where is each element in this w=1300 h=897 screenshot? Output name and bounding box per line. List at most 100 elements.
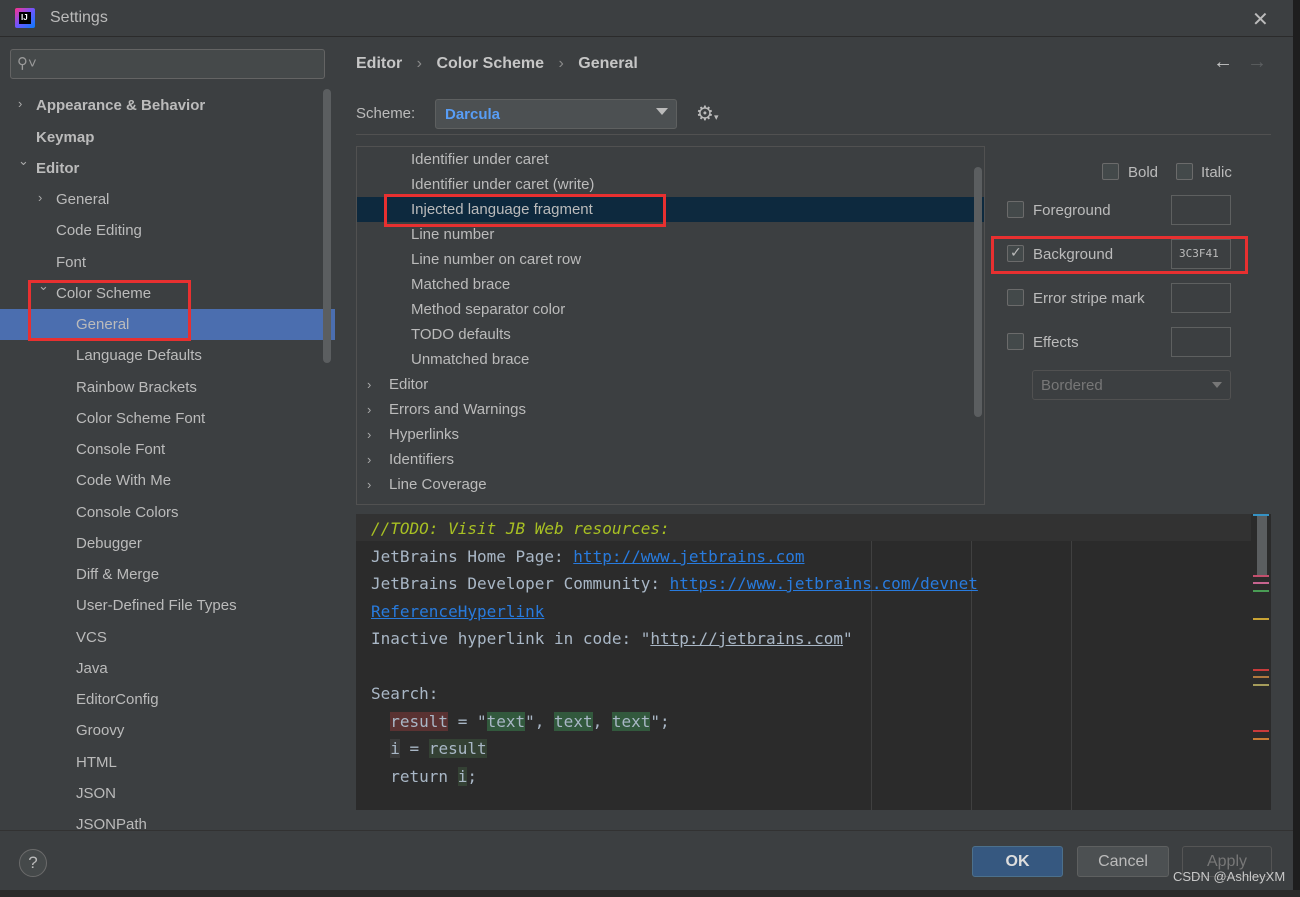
tree-item[interactable]: Line number on caret row [357, 247, 984, 272]
sidebar-item-rainbow-brackets[interactable]: Rainbow Brackets [76, 372, 197, 403]
italic-checkbox[interactable] [1176, 163, 1193, 180]
sidebar-item-appearance-behavior[interactable]: Appearance & Behavior [36, 90, 205, 121]
error-stripe-color-swatch[interactable] [1171, 283, 1231, 313]
tree-item[interactable]: Matched brace [357, 272, 984, 297]
intellij-logo-icon: IJ [15, 8, 35, 28]
tree-item[interactable]: TODO defaults [357, 322, 984, 347]
forward-arrow-icon[interactable]: → [1247, 51, 1267, 74]
scheme-dropdown[interactable]: Darcula [435, 99, 677, 129]
help-icon[interactable]: ? [19, 849, 47, 877]
breadcrumb-color-scheme[interactable]: Color Scheme [436, 55, 544, 72]
tree-group[interactable]: › Line Coverage [357, 472, 984, 497]
breadcrumb: Editor › Color Scheme › General [356, 55, 648, 73]
tree-item[interactable]: Line number [357, 222, 984, 247]
chevron-down-icon [656, 108, 668, 115]
bold-label: Bold [1128, 164, 1159, 181]
sidebar-item-language-defaults[interactable]: Language Defaults [76, 340, 202, 371]
sidebar-item-java[interactable]: Java [76, 653, 108, 684]
tree-group[interactable]: › Editor [357, 372, 984, 397]
error-stripe-mark [1253, 669, 1269, 671]
sidebar-item-code-with-me[interactable]: Code With Me [76, 465, 171, 496]
chevron-right-icon: › [367, 377, 372, 392]
error-stripe-mark [1253, 575, 1269, 577]
indent-guide [971, 514, 972, 810]
sidebar-item-debugger[interactable]: Debugger [76, 528, 142, 559]
code-preview[interactable]: //TODO: Visit JB Web resources: JetBrain… [356, 514, 1271, 810]
error-stripe-mark [1253, 618, 1269, 620]
chevron-down-icon[interactable]: ⌄ [18, 153, 29, 169]
tree-group[interactable]: › Identifiers [357, 447, 984, 472]
sidebar-item-editorconfig[interactable]: EditorConfig [76, 684, 159, 715]
code-line: Inactive hyperlink in code: "http://jetb… [371, 629, 853, 648]
sidebar-item-groovy[interactable]: Groovy [76, 715, 124, 746]
effect-type-dropdown[interactable]: Bordered [1032, 370, 1231, 400]
sidebar-item-jsonpath[interactable]: JSONPath [76, 809, 147, 830]
tree-item-selected[interactable]: Injected language fragment [357, 197, 984, 222]
sidebar-item-keymap[interactable]: Keymap [36, 122, 94, 153]
background-color-swatch[interactable]: 3C3F41 [1171, 239, 1231, 269]
error-stripe-checkbox[interactable] [1007, 289, 1024, 306]
sidebar-item-html[interactable]: HTML [76, 747, 117, 778]
code-line: i = result [390, 739, 487, 758]
effects-checkbox[interactable] [1007, 333, 1024, 350]
reference-hyperlink[interactable]: ReferenceHyperlink [371, 602, 544, 621]
foreground-checkbox[interactable] [1007, 201, 1024, 218]
sidebar-item-color-scheme[interactable]: Color Scheme [56, 278, 151, 309]
indent-guide [1071, 514, 1072, 810]
tree-item[interactable]: Method separator color [357, 297, 984, 322]
sidebar-item-code-editing[interactable]: Code Editing [56, 215, 142, 246]
close-icon[interactable]: ✕ [1252, 7, 1269, 32]
hyperlink[interactable]: http://www.jetbrains.com [573, 547, 804, 566]
breadcrumb-editor[interactable]: Editor [356, 55, 402, 72]
breadcrumb-separator: › [558, 55, 564, 72]
sidebar-item-editor[interactable]: Editor [36, 153, 79, 184]
tree-scrollbar[interactable] [974, 167, 982, 417]
code-line: result = "text", text, text"; [390, 712, 670, 731]
error-stripe-mark [1253, 738, 1269, 740]
attribute-tree: Identifier under caret Identifier under … [356, 146, 985, 505]
preview-scrollbar[interactable] [1257, 516, 1267, 576]
tree-item[interactable]: Identifier under caret (write) [357, 172, 984, 197]
chevron-right-icon: › [367, 452, 372, 467]
back-arrow-icon[interactable]: ← [1213, 51, 1233, 74]
effects-color-swatch[interactable] [1171, 327, 1231, 357]
tree-group[interactable]: › Hyperlinks [357, 422, 984, 447]
sidebar-item-general[interactable]: General [56, 184, 109, 215]
error-stripe-mark [1253, 730, 1269, 732]
sidebar-item-user-defined-file-types[interactable]: User-Defined File Types [76, 590, 237, 621]
sidebar-item-console-font[interactable]: Console Font [76, 434, 165, 465]
sidebar-item-font[interactable]: Font [56, 247, 86, 278]
foreground-color-swatch[interactable] [1171, 195, 1231, 225]
divider [356, 134, 1271, 135]
chevron-down-icon[interactable]: ⌄ [38, 278, 49, 294]
chevron-down-icon [1212, 382, 1222, 388]
error-stripe-mark [1253, 514, 1269, 516]
sidebar-scrollbar[interactable] [323, 89, 331, 363]
ok-button[interactable]: OK [972, 846, 1063, 877]
sidebar-item-diff-merge[interactable]: Diff & Merge [76, 559, 159, 590]
chevron-right-icon[interactable]: › [38, 190, 42, 205]
chevron-right-icon[interactable]: › [18, 96, 22, 111]
sidebar-item-vcs[interactable]: VCS [76, 622, 107, 653]
tree-group[interactable]: › Errors and Warnings [357, 397, 984, 422]
dialog-footer: ? OK Cancel Apply [0, 830, 1300, 890]
bold-checkbox[interactable] [1102, 163, 1119, 180]
settings-content: Editor › Color Scheme › General ← → Sche… [335, 37, 1300, 830]
window-edge [1293, 0, 1300, 897]
cancel-button[interactable]: Cancel [1077, 846, 1169, 877]
hyperlink[interactable]: https://www.jetbrains.com/devnet [670, 574, 978, 593]
window-edge [0, 890, 1300, 897]
sidebar-item-color-scheme-font[interactable]: Color Scheme Font [76, 403, 205, 434]
sidebar-item-json[interactable]: JSON [76, 778, 116, 809]
background-checkbox[interactable] [1007, 244, 1024, 262]
tree-item[interactable]: Identifier under caret [357, 147, 984, 172]
sidebar-item-console-colors[interactable]: Console Colors [76, 497, 179, 528]
todo-line: //TODO: Visit JB Web resources: [371, 519, 670, 538]
sidebar-item-color-scheme-general[interactable]: General [76, 309, 129, 340]
inactive-hyperlink: http://jetbrains.com [650, 629, 844, 648]
error-stripe-mark [1253, 582, 1269, 584]
search-input[interactable]: ⚲˅ [10, 49, 325, 79]
gear-icon[interactable]: ⚙▾ [696, 101, 718, 126]
code-line: ReferenceHyperlink [371, 599, 544, 624]
tree-item[interactable]: Unmatched brace [357, 347, 984, 372]
